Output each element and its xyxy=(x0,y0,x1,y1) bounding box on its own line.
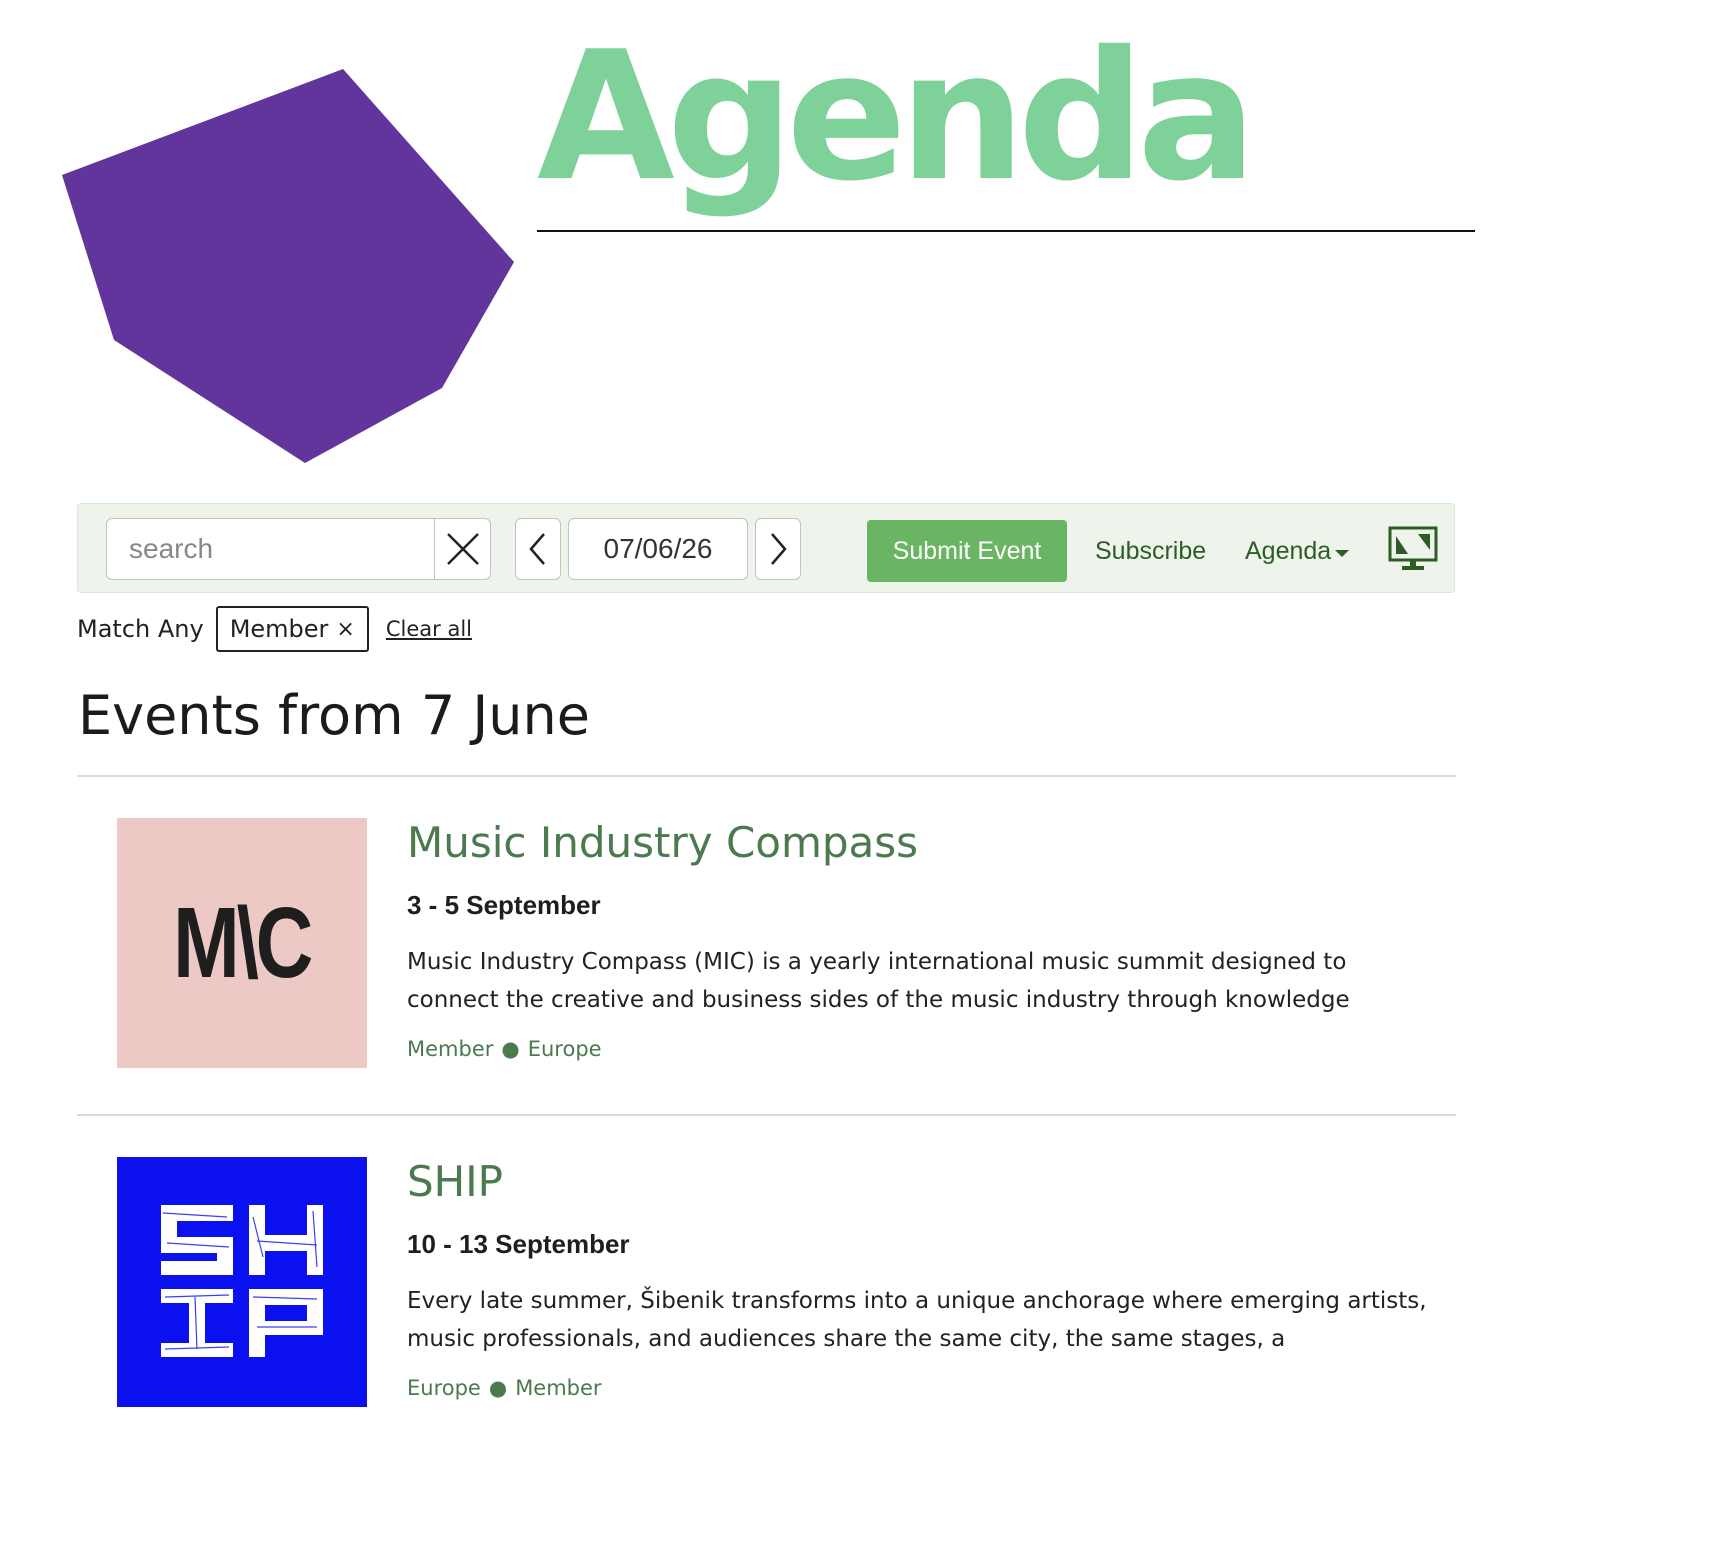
close-icon xyxy=(447,533,479,565)
tag-separator: ● xyxy=(488,1376,508,1401)
event-tags: Europe ● Member xyxy=(407,1376,1447,1400)
filter-chip-label: Member xyxy=(229,615,329,643)
submit-event-button[interactable]: Submit Event xyxy=(867,520,1067,582)
view-dropdown-label: Agenda xyxy=(1245,536,1332,565)
date-input[interactable] xyxy=(568,518,748,580)
page-title: Agenda xyxy=(537,13,1257,220)
title-underline xyxy=(537,230,1475,232)
event-item: M\C Music Industry Compass 3 - 5 Septemb… xyxy=(77,818,1456,1118)
hexagon-graphic xyxy=(62,69,514,463)
event-date: 10 - 13 September xyxy=(407,1229,630,1260)
chevron-right-icon xyxy=(771,533,787,565)
search-box xyxy=(106,518,491,580)
event-title[interactable]: SHIP xyxy=(407,1157,1447,1207)
filter-row: Match Any Member × Clear all xyxy=(77,605,472,653)
event-thumbnail[interactable] xyxy=(117,1157,367,1407)
page: Agenda Submit Event Subscribe xyxy=(0,0,1568,1416)
caret-down-icon xyxy=(1335,549,1350,557)
event-tag[interactable]: Europe xyxy=(528,1037,602,1061)
event-body: Music Industry Compass 3 - 5 September M… xyxy=(407,818,1447,1061)
event-body: SHIP 10 - 13 September Every late summer… xyxy=(407,1157,1447,1400)
ship-logo xyxy=(161,1205,323,1357)
event-tag[interactable]: Member xyxy=(515,1376,601,1400)
filter-chip-member[interactable]: Member × xyxy=(215,606,369,652)
remove-filter-icon[interactable]: × xyxy=(336,617,354,642)
event-date: 3 - 5 September xyxy=(407,890,601,921)
tag-separator: ● xyxy=(501,1037,520,1062)
chevron-left-icon xyxy=(529,533,545,565)
view-dropdown[interactable]: Agenda xyxy=(1245,520,1350,582)
search-clear-button[interactable] xyxy=(434,519,491,579)
event-tag[interactable]: Europe xyxy=(407,1376,481,1400)
agenda-toolbar: Submit Event Subscribe Agenda xyxy=(77,503,1455,593)
clear-all-link[interactable]: Clear all xyxy=(386,617,472,641)
event-title[interactable]: Music Industry Compass xyxy=(407,818,1447,868)
divider xyxy=(77,775,1456,777)
divider xyxy=(77,1114,1456,1116)
match-mode-label: Match Any xyxy=(77,615,204,643)
previous-date-button[interactable] xyxy=(515,518,561,580)
event-item: SHIP 10 - 13 September Every late summer… xyxy=(77,1157,1456,1416)
event-description: Every late summer, Šibenik transforms in… xyxy=(407,1288,1427,1353)
search-input[interactable] xyxy=(107,519,433,579)
event-tag[interactable]: Member xyxy=(407,1037,493,1061)
event-description: Music Industry Compass (MIC) is a yearly… xyxy=(407,949,1350,1014)
event-tags: Member ● Europe xyxy=(407,1037,1447,1061)
section-heading: Events from 7 June xyxy=(78,684,590,747)
subscribe-link[interactable]: Subscribe xyxy=(1095,520,1206,582)
event-logo-text: M\C xyxy=(173,886,313,999)
event-thumbnail[interactable]: M\C xyxy=(117,818,367,1068)
next-date-button[interactable] xyxy=(755,518,801,580)
monitor-icon[interactable] xyxy=(1388,526,1438,572)
